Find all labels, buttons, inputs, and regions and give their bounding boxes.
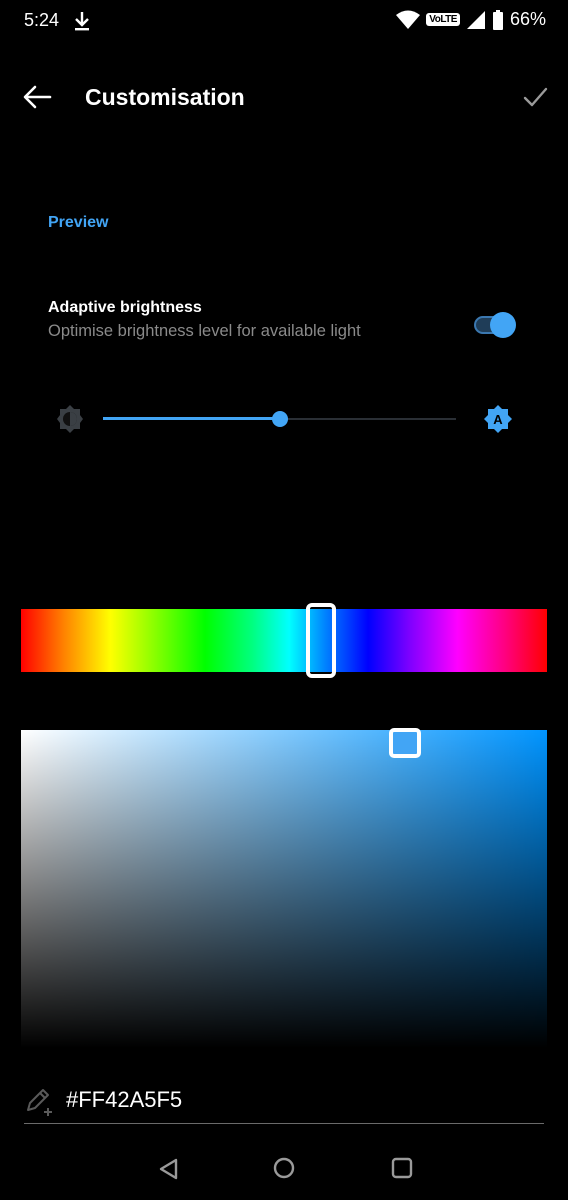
hue-handle[interactable]: [305, 603, 336, 678]
nav-recents-icon[interactable]: [390, 1156, 414, 1180]
checkmark-icon[interactable]: [520, 82, 550, 112]
toggle-thumb: [490, 312, 516, 338]
nav-back-icon[interactable]: [156, 1156, 182, 1182]
nav-home-icon[interactable]: [272, 1156, 296, 1180]
navigation-bar: [0, 1136, 568, 1200]
volte-badge: VoLTE: [426, 13, 460, 26]
app-bar: Customisation: [0, 64, 568, 130]
slider-thumb[interactable]: [271, 411, 288, 427]
hue-bar[interactable]: [21, 609, 547, 672]
wifi-icon: [396, 10, 421, 29]
hex-input-row: [24, 1078, 544, 1124]
signal-icon: [466, 10, 485, 29]
status-time: 5:24: [24, 10, 60, 30]
preview-label: Preview: [48, 214, 109, 231]
slider-fill: [103, 417, 280, 420]
adaptive-brightness-title: Adaptive brightness: [48, 299, 202, 316]
sv-black-layer: [21, 730, 547, 1048]
battery-percent: 66%: [509, 9, 546, 29]
brightness-slider[interactable]: [103, 407, 456, 431]
brightness-low-icon: [57, 405, 83, 433]
hex-color-field[interactable]: [66, 1084, 526, 1116]
status-icons: VoLTE 66%: [396, 9, 546, 30]
battery-icon: [492, 9, 503, 30]
svg-text:A: A: [493, 412, 503, 427]
sv-handle[interactable]: [388, 727, 421, 758]
arrow-left-icon[interactable]: [20, 82, 54, 112]
saturation-value-picker[interactable]: [21, 727, 547, 1048]
edit-color-icon: [27, 1089, 52, 1116]
status-bar: 5:24 VoLTE 66%: [0, 0, 568, 44]
page-title: Customisation: [85, 84, 245, 110]
adaptive-brightness-subtitle: Optimise brightness level for available …: [48, 322, 361, 340]
download-icon: [75, 12, 89, 31]
adaptive-brightness-toggle[interactable]: [472, 311, 518, 339]
brightness-auto-icon[interactable]: A: [483, 404, 513, 434]
